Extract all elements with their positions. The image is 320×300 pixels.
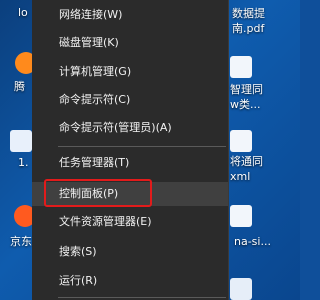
- desktop-icon-label: 1.: [18, 156, 29, 169]
- desktop-icon-label: 智理同 w类...: [230, 83, 263, 111]
- document-icon: [10, 130, 32, 152]
- menu-item-label: 磁盘管理(K): [59, 36, 119, 49]
- menu-item-command-prompt-admin[interactable]: 命令提示符(管理员)(A): [32, 116, 228, 140]
- desktop-icon-label: 将通同 xml: [230, 155, 263, 183]
- file-icon: [230, 205, 252, 227]
- menu-item-label: 命令提示符(管理员)(A): [59, 121, 172, 134]
- menu-item-label: 命令提示符(C): [59, 93, 131, 106]
- menu-item-run[interactable]: 运行(R): [32, 269, 228, 293]
- menu-item-command-prompt[interactable]: 命令提示符(C): [32, 88, 228, 112]
- menu-item-label: 运行(R): [59, 274, 98, 287]
- desktop-icon-label: 京东: [10, 235, 32, 248]
- menu-separator: [58, 146, 226, 147]
- red-highlight-box: [44, 179, 152, 207]
- menu-item-task-manager[interactable]: 任务管理器(T): [32, 151, 228, 175]
- menu-item-file-explorer[interactable]: 文件资源管理器(E): [32, 210, 228, 234]
- menu-item-computer-management[interactable]: 计算机管理(G): [32, 60, 228, 84]
- desktop-icon-label: lo: [18, 6, 28, 19]
- desktop-icon-label: 腾: [14, 80, 25, 93]
- desktop-right-column: 数据提 南.pdf 智理同 w类... 将通同 xml na-si...: [222, 0, 300, 300]
- menu-item-control-panel[interactable]: 控制面板(P): [32, 179, 228, 207]
- menu-item-label: 搜索(S): [59, 245, 97, 258]
- file-icon: [230, 56, 252, 78]
- menu-item-disk-management[interactable]: 磁盘管理(K): [32, 31, 228, 55]
- menu-separator: [58, 297, 226, 298]
- file-icon: [230, 130, 252, 152]
- desktop-icon-label: 数据提 南.pdf: [232, 7, 265, 35]
- menu-item-label: 文件资源管理器(E): [59, 215, 152, 228]
- menu-item-label: 计算机管理(G): [59, 65, 132, 78]
- menu-item-network-connections[interactable]: 网络连接(W): [32, 3, 228, 27]
- context-menu: 网络连接(W) 磁盘管理(K) 计算机管理(G) 命令提示符(C) 命令提示符(…: [32, 0, 229, 300]
- menu-item-label: 任务管理器(T): [59, 156, 130, 169]
- desktop-icon-label: na-si...: [234, 235, 271, 248]
- menu-item-search[interactable]: 搜索(S): [32, 240, 228, 264]
- menu-item-label: 网络连接(W): [59, 8, 123, 21]
- file-icon: [230, 278, 252, 300]
